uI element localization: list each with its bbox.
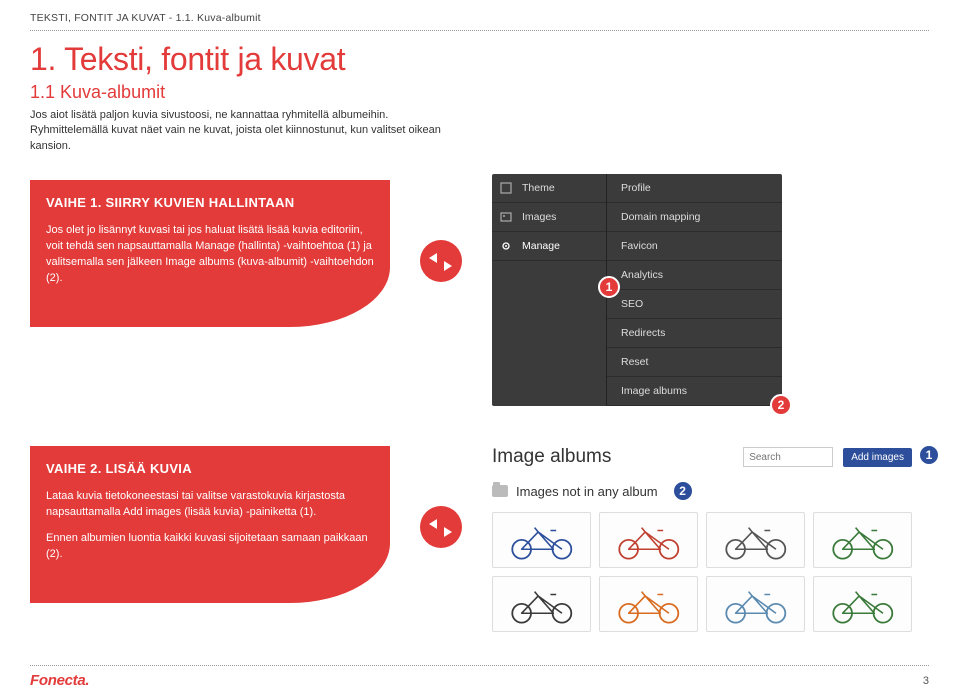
step-marker-1: 1 — [598, 276, 620, 298]
albums-subtitle-row: Images not in any album 2 — [492, 480, 912, 502]
step1-body: Jos olet jo lisännyt kuvasi tai jos halu… — [46, 223, 374, 287]
menu-label: Favicon — [621, 240, 658, 252]
menu-label: Domain mapping — [621, 211, 700, 223]
menu-left-column: Theme Images Manage — [492, 174, 607, 406]
step-marker-2: 2 — [770, 394, 792, 416]
menu-label: Analytics — [621, 269, 663, 281]
add-images-button[interactable]: Add images 1 — [843, 448, 912, 467]
bike-icon — [610, 519, 688, 562]
image-thumbnail[interactable] — [599, 576, 698, 632]
images-icon — [500, 211, 512, 223]
menu-item-redirects[interactable]: Redirects — [607, 319, 782, 348]
menu-label: Redirects — [621, 327, 665, 339]
bike-icon — [503, 583, 581, 626]
albums-header: Image albums Add images 1 — [492, 446, 912, 468]
menu-label: Manage — [522, 240, 560, 252]
bike-icon — [717, 519, 795, 562]
manage-menu-screenshot: Theme Images Manage Profile Domain mappi… — [492, 174, 782, 406]
menu-item-reset[interactable]: Reset — [607, 348, 782, 377]
arrow-icon — [420, 506, 462, 548]
image-thumbnail[interactable] — [599, 512, 698, 568]
step-marker-2: 2 — [672, 480, 694, 502]
menu-item-favicon[interactable]: Favicon — [607, 232, 782, 261]
bike-icon — [824, 519, 902, 562]
menu-item-seo[interactable]: SEO — [607, 290, 782, 319]
intro-line-1: Jos aiot lisätä paljon kuvia sivustoosi,… — [30, 109, 388, 121]
section-title: 1.1 Kuva-albumit — [30, 82, 929, 103]
folder-icon — [492, 485, 508, 497]
intro-text: Jos aiot lisätä paljon kuvia sivustoosi,… — [30, 108, 470, 154]
step1-row: VAIHE 1. SIIRRY KUVIEN HALLINTAAN Jos ol… — [30, 180, 929, 406]
step2-body-2: Ennen albumien luontia kaikki kuvasi sij… — [46, 531, 374, 563]
step2-body-1: Lataa kuvia tietokoneestasi tai valitse … — [46, 489, 374, 521]
page-number: 3 — [923, 675, 929, 687]
bike-icon — [824, 583, 902, 626]
brand-logo: Fonecta. — [30, 672, 89, 689]
menu-item-theme[interactable]: Theme — [492, 174, 606, 203]
page-title: 1. Teksti, fontit ja kuvat — [30, 41, 929, 78]
bike-icon — [717, 583, 795, 626]
step1-title: VAIHE 1. SIIRRY KUVIEN HALLINTAAN — [46, 194, 374, 213]
image-thumbnail[interactable] — [492, 576, 591, 632]
intro-line-2: Ryhmittelemällä kuvat näet vain ne kuvat… — [30, 124, 441, 151]
step1-box: VAIHE 1. SIIRRY KUVIEN HALLINTAAN Jos ol… — [30, 180, 390, 327]
menu-item-image-albums[interactable]: Image albums — [607, 377, 782, 406]
step-marker-1: 1 — [918, 444, 940, 466]
add-images-label: Add images — [851, 452, 904, 463]
menu-label: Theme — [522, 182, 555, 194]
gear-icon — [500, 240, 512, 252]
search-input[interactable] — [743, 447, 833, 467]
image-thumbnail[interactable] — [813, 512, 912, 568]
arrow-icon — [420, 240, 462, 282]
menu-label: Images — [522, 211, 556, 223]
step2-row: VAIHE 2. LISÄÄ KUVIA Lataa kuvia tietoko… — [30, 446, 929, 632]
theme-icon — [500, 182, 512, 194]
thumbnail-grid — [492, 512, 912, 632]
menu-label: Profile — [621, 182, 651, 194]
image-thumbnail[interactable] — [706, 576, 805, 632]
menu-label: Image albums — [621, 385, 687, 397]
menu-item-analytics[interactable]: Analytics — [607, 261, 782, 290]
step2-box: VAIHE 2. LISÄÄ KUVIA Lataa kuvia tietoko… — [30, 446, 390, 603]
image-thumbnail[interactable] — [492, 512, 591, 568]
image-thumbnail[interactable] — [813, 576, 912, 632]
bike-icon — [503, 519, 581, 562]
breadcrumb: TEKSTI, FONTIT JA KUVAT - 1.1. Kuva-albu… — [30, 12, 929, 24]
menu-label: Reset — [621, 356, 648, 368]
divider-top — [30, 30, 929, 31]
image-thumbnail[interactable] — [706, 512, 805, 568]
menu-item-profile[interactable]: Profile — [607, 174, 782, 203]
menu-item-domain[interactable]: Domain mapping — [607, 203, 782, 232]
footer: Fonecta. 3 — [30, 665, 929, 689]
menu-item-images[interactable]: Images — [492, 203, 606, 232]
albums-subtitle: Images not in any album — [516, 484, 658, 499]
albums-title: Image albums — [492, 446, 733, 468]
step2-title: VAIHE 2. LISÄÄ KUVIA — [46, 460, 374, 479]
menu-label: SEO — [621, 298, 643, 310]
image-albums-screenshot: Image albums Add images 1 Images not in … — [492, 446, 912, 632]
menu-item-manage[interactable]: Manage — [492, 232, 606, 261]
bike-icon — [610, 583, 688, 626]
menu-right-column: Profile Domain mapping Favicon Analytics… — [607, 174, 782, 406]
